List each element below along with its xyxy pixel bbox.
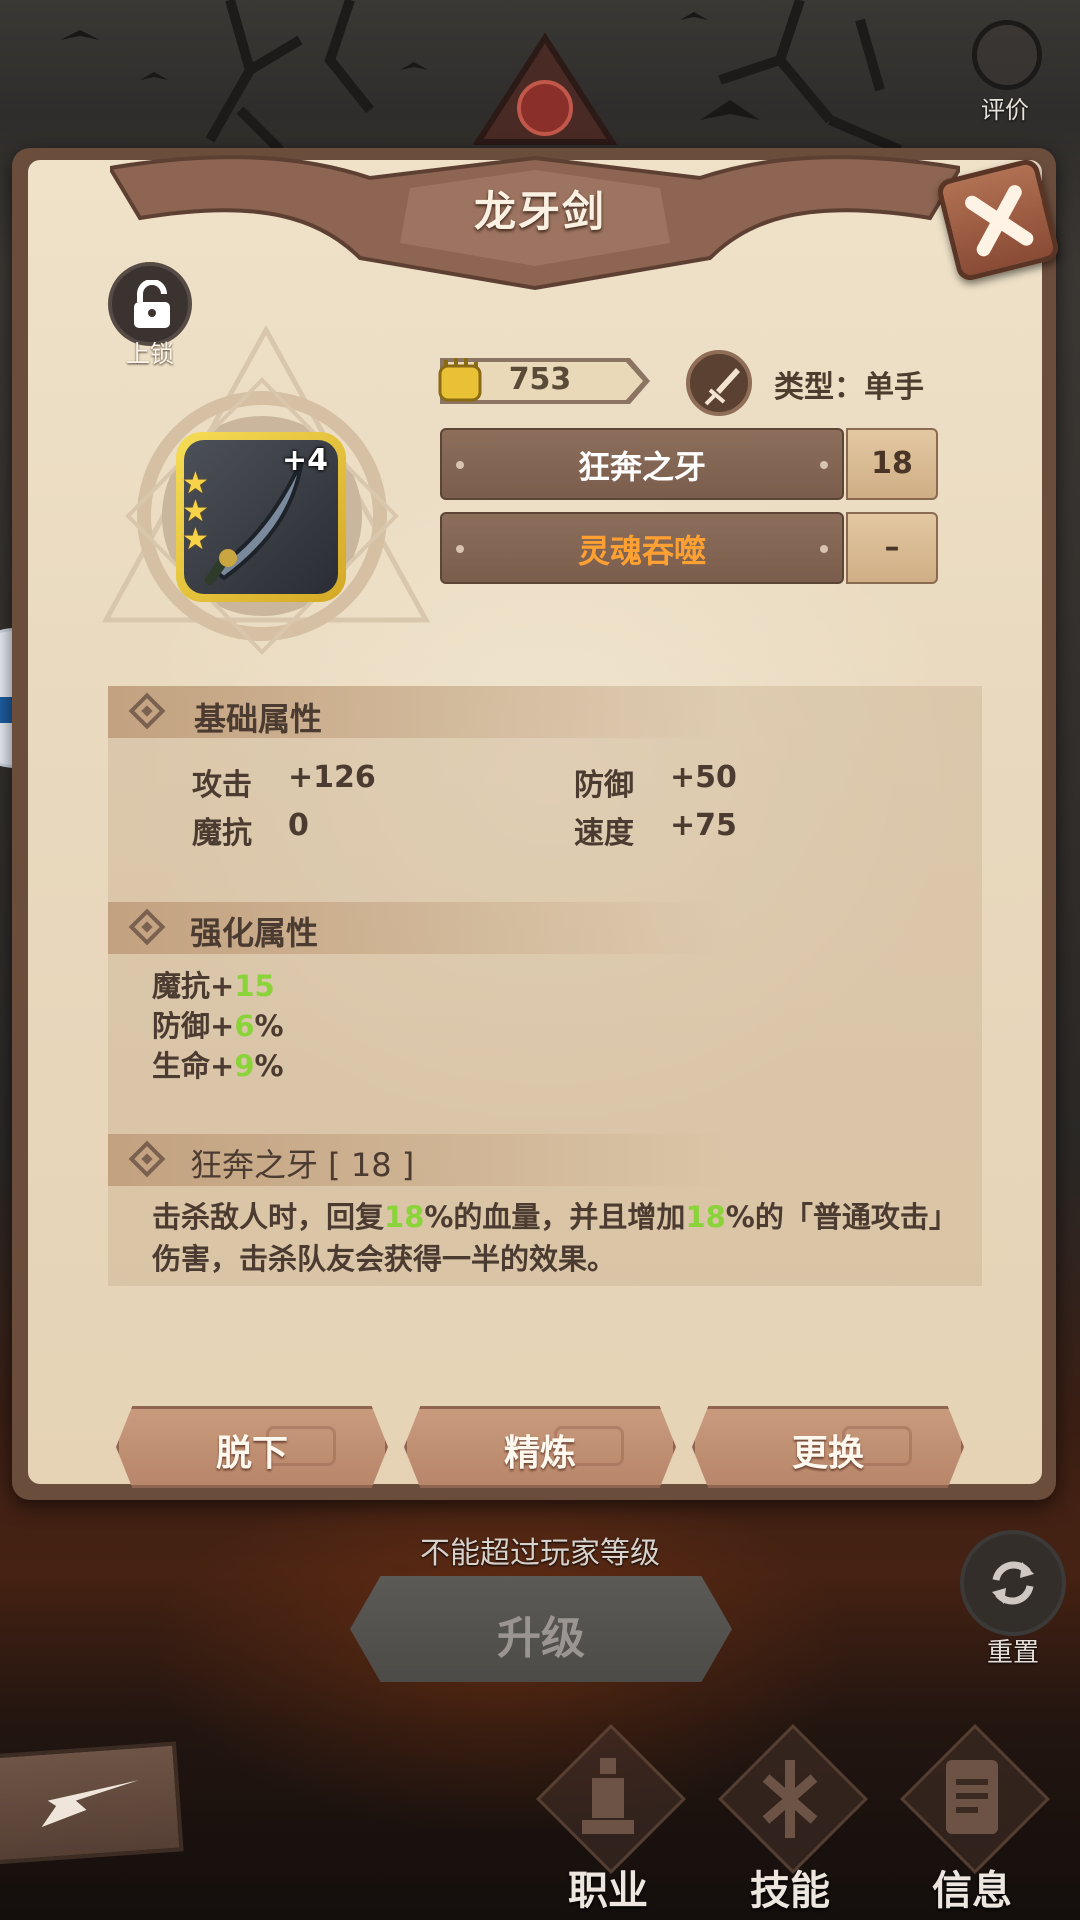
unequip-label: 脱下 — [215, 1433, 288, 1474]
upgrade-label: 升级 — [497, 1613, 585, 1664]
skill-name: 灵魂吞噬 — [577, 532, 706, 570]
stat-name: 攻击 — [192, 768, 252, 803]
chess-piece-icon — [582, 1758, 634, 1834]
skill-description: 击杀敌人时，回复18%的血量，并且增加18%的「普通攻击」伤害，击杀队友会获得一… — [152, 1200, 944, 1276]
skill-name: 狂奔之牙 — [577, 448, 706, 486]
enhance-attributes-title: 强化属性 — [190, 914, 319, 952]
reset-button[interactable] — [960, 1530, 1066, 1636]
nav-info[interactable]: 信息 — [882, 1724, 1062, 1920]
skill-level: 18 — [871, 446, 913, 481]
rating-button[interactable] — [972, 20, 1042, 90]
unequip-button[interactable]: 脱下 — [116, 1406, 388, 1488]
enhance-line: 防御+6% — [152, 1009, 284, 1043]
back-button[interactable] — [0, 1741, 184, 1865]
refresh-icon — [992, 1561, 1034, 1605]
star-icon: ★ — [182, 522, 209, 557]
power-value: 753 — [508, 362, 572, 397]
enhance-line: 魔抗+15 — [152, 969, 275, 1003]
item-enhance-level: +4 — [282, 443, 329, 478]
refine-label: 精炼 — [503, 1433, 576, 1474]
sword-type-icon — [704, 368, 740, 406]
replace-label: 更换 — [791, 1433, 864, 1474]
nav-skill-label: 技能 — [750, 1868, 830, 1914]
skill-rune-icon — [762, 1760, 818, 1838]
weapon-type-icon — [686, 350, 752, 416]
weapon-type-label: 类型：单手 — [774, 370, 924, 405]
stat-name: 防御 — [574, 768, 634, 803]
stat-value: +50 — [670, 760, 737, 795]
refine-button[interactable]: 精炼 — [404, 1406, 676, 1488]
back-arrow-icon — [41, 1780, 139, 1828]
document-icon — [946, 1760, 998, 1834]
skill-row-1[interactable]: 狂奔之牙 18 — [440, 428, 938, 500]
rating-label: 评价 — [981, 96, 1029, 124]
nav-info-label: 信息 — [932, 1868, 1012, 1914]
star-rating: ★ ★ ★ — [182, 469, 212, 557]
skill-detail-title: 狂奔之牙 [ 18 ] — [190, 1146, 415, 1184]
stat-name: 魔抗 — [192, 816, 252, 851]
enhance-line: 生命+9% — [152, 1049, 284, 1083]
basic-attributes-title: 基础属性 — [194, 700, 323, 738]
class-emblem-icon — [472, 32, 618, 145]
stat-name: 速度 — [574, 816, 634, 851]
upgrade-button[interactable]: 升级 — [350, 1576, 732, 1682]
nav-skill[interactable]: 技能 — [700, 1724, 880, 1920]
skill-row-2[interactable]: 灵魂吞噬 – — [440, 512, 938, 584]
close-icon — [965, 185, 1034, 257]
level-limit-notice: 不能超过玩家等级 — [420, 1536, 660, 1571]
item-title: 龙牙剑 — [473, 187, 606, 236]
stat-value: +126 — [288, 760, 376, 795]
replace-button[interactable]: 更换 — [692, 1406, 964, 1488]
stat-value: 0 — [288, 808, 309, 843]
nav-class-label: 职业 — [568, 1868, 648, 1914]
skill-level: – — [884, 530, 900, 565]
reset-label: 重置 — [986, 1638, 1039, 1668]
stat-value: +75 — [670, 808, 737, 843]
nav-class[interactable]: 职业 — [518, 1724, 698, 1920]
